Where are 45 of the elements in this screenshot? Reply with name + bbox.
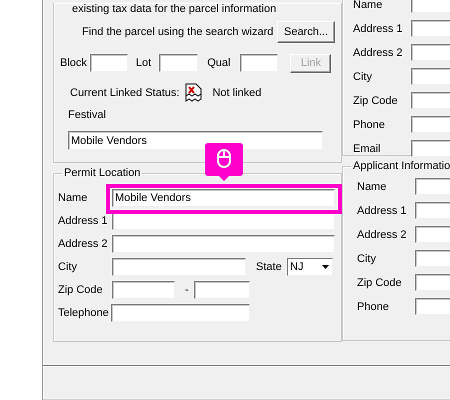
separator-text: - <box>185 284 189 296</box>
field-label: Telephone <box>58 307 110 319</box>
field-label: Zip Code <box>58 284 104 296</box>
field-label: Address 2 <box>58 238 109 250</box>
field-label: Qual <box>207 57 230 69</box>
address-field[interactable] <box>112 235 335 253</box>
name-field[interactable]: Mobile Vendors <box>112 189 335 207</box>
festival-field[interactable]: Mobile Vendors <box>68 131 323 150</box>
block-field[interactable] <box>90 54 128 72</box>
field-label: City <box>58 261 78 273</box>
telephone-field[interactable] <box>111 304 250 322</box>
field-label: Address 2 <box>357 228 408 240</box>
field-label: Lot <box>136 57 152 69</box>
instruction-text: existing tax data for the parcel information <box>72 3 278 17</box>
field-label: City <box>357 252 377 264</box>
status-text: Not linked <box>212 87 262 99</box>
field-label: Phone <box>353 118 386 130</box>
field-label: Address 1 <box>357 204 408 216</box>
state-dropdown[interactable]: NJ <box>287 258 333 276</box>
field-label: State <box>256 261 283 273</box>
qual-field[interactable] <box>240 54 278 72</box>
city-field[interactable] <box>112 258 246 276</box>
field-label: Name <box>58 192 88 204</box>
lot-field[interactable] <box>159 54 198 72</box>
mouse-click-callout <box>205 143 243 181</box>
zip-field[interactable] <box>112 281 175 299</box>
field-label: Festival <box>68 109 107 123</box>
broken-document-icon <box>185 83 202 103</box>
field-label: Email <box>353 142 382 154</box>
field-label: Block <box>60 57 87 69</box>
group-title: Applicant Informatio <box>352 160 450 172</box>
field-label: City <box>353 70 373 82</box>
field-label: Zip Code <box>353 94 399 106</box>
field-label: Zip Code <box>357 276 403 288</box>
search-button[interactable]: Search... <box>277 21 335 43</box>
search-prompt: Find the parcel using the search wizard <box>82 26 274 38</box>
status-label: Current Linked Status: <box>70 87 180 99</box>
field-label: Phone <box>357 300 390 312</box>
field-label: Address 1 <box>58 215 109 227</box>
field-label: Address 2 <box>353 46 404 58</box>
field-label: Address 1 <box>353 22 404 34</box>
group-title: Permit Location <box>63 167 142 179</box>
field-label: Name <box>357 180 388 192</box>
zip-extension-field[interactable] <box>194 281 250 299</box>
field-label: Name <box>353 0 384 10</box>
